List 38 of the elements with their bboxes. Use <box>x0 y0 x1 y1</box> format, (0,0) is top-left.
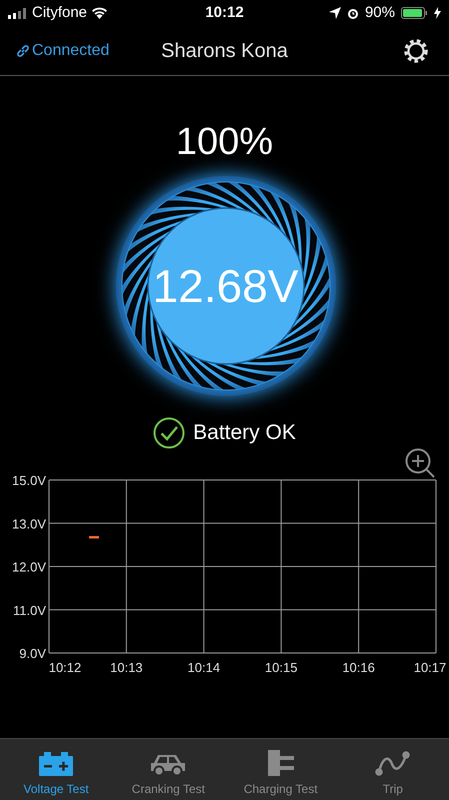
x-axis-label: 10:17 <box>414 660 446 675</box>
tab-bar-item[interactable]: Cranking Test <box>112 739 224 800</box>
battery-icon <box>39 752 74 776</box>
battery-status-text: Battery OK <box>193 420 296 446</box>
x-axis-label: 10:16 <box>342 660 375 675</box>
location-arrow-icon <box>328 7 341 19</box>
settings-icon <box>403 38 429 64</box>
voltage-reading: 12.68V <box>152 258 298 314</box>
x-axis-label: 10:15 <box>264 660 298 675</box>
signal-icon <box>8 8 28 18</box>
x-axis-label: 10:12 <box>48 660 82 675</box>
battery-status-icon <box>401 7 428 19</box>
zoom-in-button[interactable] <box>405 448 435 478</box>
charging-bolt-icon <box>434 7 441 19</box>
route-icon <box>374 750 411 776</box>
battery-percent: 90% <box>364 2 395 23</box>
x-axis-label: 10:13 <box>110 660 143 675</box>
y-axis-label: 11.0V <box>12 602 46 618</box>
y-axis-label: 15.0V <box>12 473 46 488</box>
settings-button[interactable] <box>403 38 429 64</box>
y-axis-label: 12.0V <box>12 560 46 574</box>
voltage-trace <box>89 536 99 538</box>
connection-link[interactable]: Connected <box>16 38 110 62</box>
clock-time: 10:12 <box>205 2 244 23</box>
wifi-icon <box>91 7 108 19</box>
car-icon <box>149 752 188 776</box>
y-axis-label: 13.0V <box>12 516 46 532</box>
carrier-name: Cityfone <box>32 2 88 23</box>
vehicle-title: Sharons Kona <box>161 38 288 64</box>
tab-bar-item[interactable]: Charging Test <box>224 739 337 800</box>
link-icon <box>16 44 30 58</box>
tab-bar-item[interactable]: Voltage Test <box>0 739 112 800</box>
alarm-clock-icon <box>346 7 359 19</box>
y-axis-label: 9.0V <box>19 646 46 661</box>
zoom-in-icon <box>405 448 435 478</box>
tab-bar-item[interactable]: Trip <box>336 739 449 800</box>
x-axis-label: 10:14 <box>188 660 220 675</box>
charge-percent: 100% <box>176 120 274 164</box>
